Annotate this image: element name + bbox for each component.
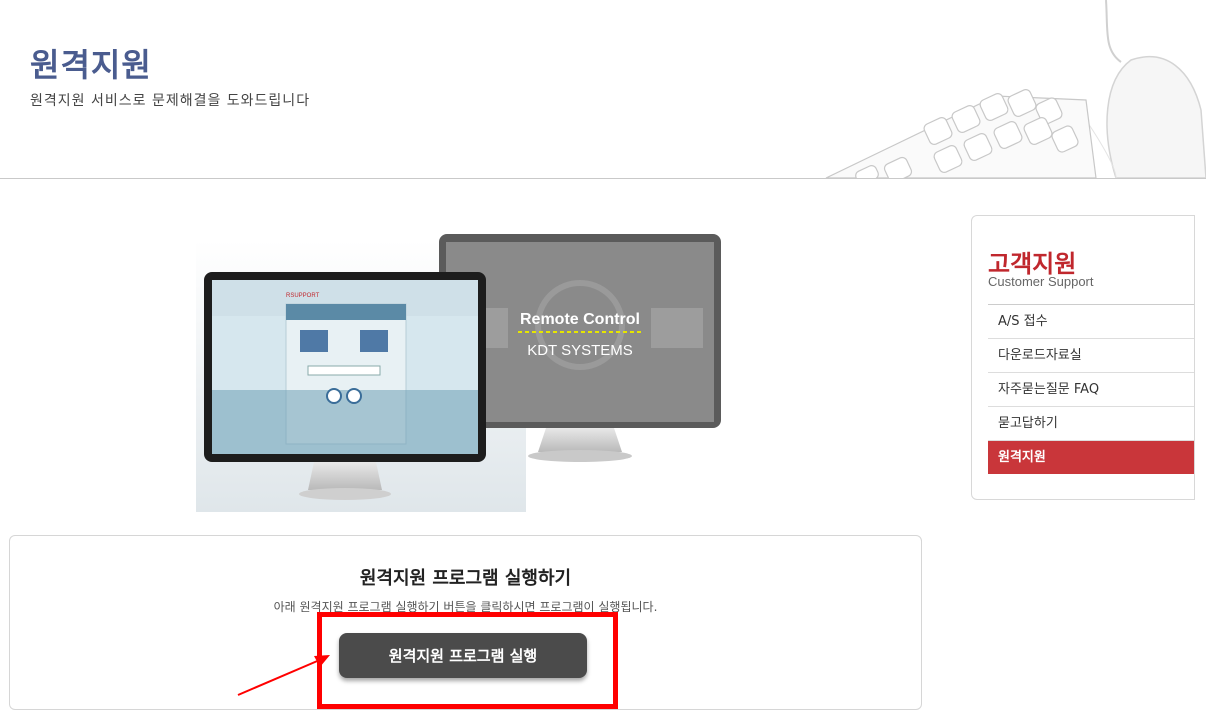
run-remote-program-button[interactable]: 원격지원 프로그램 실행: [339, 633, 587, 678]
sidebar-subtitle: Customer Support: [988, 274, 1094, 289]
page-subtitle: 원격지원 서비스로 문제해결을 도와드립니다: [30, 93, 311, 109]
run-program-description: 아래 원격지원 프로그램 실행하기 버튼을 클릭하시면 프로그램이 실행됩니다.: [273, 600, 658, 614]
customer-support-sidebar: 고객지원 Customer Support A/S 접수 다운로드자료실 자주묻…: [971, 215, 1195, 500]
kdt-systems-text: KDT SYSTEMS: [527, 342, 633, 359]
run-program-panel: 원격지원 프로그램 실행하기 아래 원격지원 프로그램 실행하기 버튼을 클릭하…: [9, 535, 922, 710]
sidebar-item-faq[interactable]: 자주묻는질문 FAQ: [988, 373, 1194, 407]
annotation-arrow-icon: [237, 655, 330, 696]
sidebar-item-as-request[interactable]: A/S 접수: [988, 305, 1194, 339]
sidebar-item-remote-support[interactable]: 원격지원: [988, 441, 1194, 474]
header-divider: [0, 178, 1206, 179]
keyboard-mouse-illustration: [825, 0, 1206, 178]
remote-support-illustration: Remote Control KDT SYSTEMS RSUPPORT: [196, 234, 721, 512]
page-title: 원격지원: [30, 46, 152, 84]
sidebar-item-qna[interactable]: 묻고답하기: [988, 407, 1194, 441]
sidebar-item-downloads[interactable]: 다운로드자료실: [988, 339, 1194, 373]
rsupport-logo: RSUPPORT: [286, 293, 320, 299]
remote-control-text: Remote Control: [520, 311, 640, 328]
run-program-title: 원격지원 프로그램 실행하기: [359, 568, 572, 589]
sidebar-menu: A/S 접수 다운로드자료실 자주묻는질문 FAQ 묻고답하기 원격지원: [988, 304, 1194, 474]
page-header: 원격지원 원격지원 서비스로 문제해결을 도와드립니다: [0, 0, 1206, 180]
